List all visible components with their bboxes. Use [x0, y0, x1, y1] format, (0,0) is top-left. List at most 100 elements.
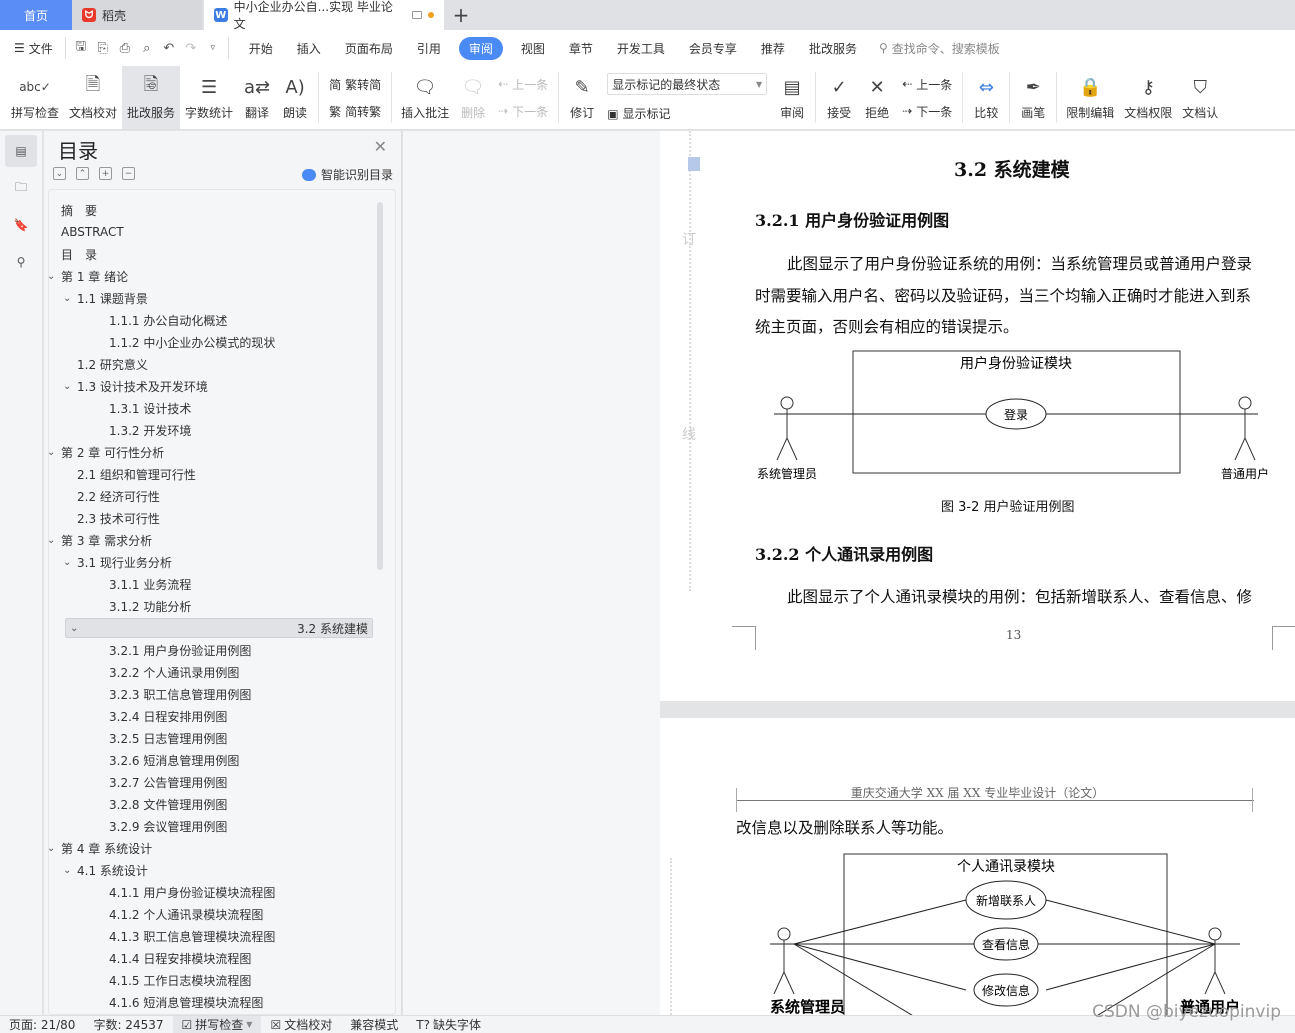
customize-dropdown-icon[interactable]: ▿ [206, 41, 220, 55]
toc-item[interactable]: 2.3 技术可行性 [77, 508, 160, 528]
toc-item[interactable]: 目 录 [61, 244, 97, 264]
doc-permission-button[interactable]: ⚷ 文档权限 [1119, 66, 1177, 129]
menu-tab-layout[interactable]: 页面布局 [333, 40, 405, 57]
toc-nav-button[interactable]: ▤ [5, 135, 37, 167]
pen-button[interactable]: ✒ 画笔 [1014, 66, 1052, 129]
compare-button[interactable]: ⇔ 比较 [967, 66, 1005, 129]
toc-item[interactable]: 2.1 组织和管理可行性 [77, 464, 196, 484]
prev-change-button[interactable]: ⇠ 上一条 [902, 76, 952, 93]
command-search[interactable]: ⚲ 查找命令、搜索模板 [879, 40, 1000, 57]
chevron-down-icon[interactable]: ⌄ [49, 271, 61, 282]
show-markup-button[interactable]: ▣ 显示标记 [607, 105, 767, 122]
toc-item[interactable]: 3.2.6 短消息管理用例图 [109, 750, 239, 770]
toc-item[interactable]: ABSTRACT [61, 222, 124, 242]
menu-tab-insert[interactable]: 插入 [285, 40, 333, 57]
toc-item[interactable]: 3.2.8 文件管理用例图 [109, 794, 227, 814]
toc-item-selected[interactable]: ⌄ 3.2 系统建模 [65, 618, 373, 638]
word-count-button[interactable]: ☰ 字数统计 [180, 66, 238, 129]
undo-icon[interactable]: ↶ [162, 41, 176, 56]
toc-item[interactable]: 3.1.2 功能分析 [109, 596, 191, 616]
toc-item[interactable]: 4.1.5 工作日志模块流程图 [109, 970, 251, 990]
doc-auth-button[interactable]: ⛉ 文档认 [1177, 66, 1223, 129]
menu-tab-section[interactable]: 章节 [557, 40, 605, 57]
toc-item[interactable]: 1.1.2 中小企业办公模式的现状 [109, 332, 275, 352]
accept-button[interactable]: ✓ 接受 [820, 66, 858, 129]
toc-item[interactable]: 4.1.6 短消息管理模块流程图 [109, 992, 263, 1012]
toc-item[interactable]: 1.2 研究意义 [77, 354, 148, 374]
toc-item[interactable]: 摘 要 [61, 200, 97, 220]
export-pdf-icon[interactable]: ⎘ [96, 41, 110, 56]
chevron-down-icon[interactable]: ⌄ [63, 557, 77, 568]
toc-item[interactable]: ⌄ 1.3 设计技术及开发环境 [63, 376, 208, 396]
menu-tab-review[interactable]: 审阅 [458, 36, 503, 60]
chevron-down-icon[interactable]: ⌄ [49, 447, 61, 458]
toc-item[interactable]: 4.1.2 个人通讯录模块流程图 [109, 904, 263, 924]
status-proofread[interactable]: ☒ 文档校对 [261, 1016, 341, 1033]
menu-tab-references[interactable]: 引用 [405, 40, 453, 57]
toc-item[interactable]: 3.2.9 会议管理用例图 [109, 816, 227, 836]
review-service-button[interactable]: 🗟 批改服务 [122, 66, 181, 129]
translate-button[interactable]: a⇄ 翻译 [238, 66, 276, 129]
menu-tab-member[interactable]: 会员专享 [677, 40, 749, 57]
toc-item[interactable]: ⌄第 2 章 可行性分析 [49, 442, 164, 462]
word-count[interactable]: 字数: 24537 [84, 1016, 172, 1033]
read-aloud-button[interactable]: A) 朗读 [276, 66, 314, 129]
toc-item[interactable]: 3.2.1 用户身份验证用例图 [109, 640, 251, 660]
prev-comment-button[interactable]: ⇠ 上一条 [498, 76, 548, 93]
toc-item[interactable]: ⌄第 4 章 系统设计 [49, 838, 152, 858]
file-menu[interactable]: ☰ 文件 [10, 40, 65, 57]
expand-next-icon[interactable]: ⌄ [53, 167, 66, 180]
toc-item[interactable]: 2.2 经济可行性 [77, 486, 160, 506]
paragraph-marker-icon[interactable] [688, 157, 700, 171]
toc-item[interactable]: 3.2.3 职工信息管理用例图 [109, 684, 251, 704]
toc-item[interactable]: ⌄第 3 章 需求分析 [49, 530, 152, 550]
print-preview-icon[interactable]: ⌕ [140, 41, 154, 56]
tab-daoke[interactable]: ᗢ 稻壳 [72, 0, 202, 30]
toc-item[interactable]: 1.3.2 开发环境 [109, 420, 191, 440]
menu-tab-start[interactable]: 开始 [237, 40, 285, 57]
insert-comment-button[interactable]: 🗨 插入批注 [396, 66, 454, 129]
restrict-editing-button[interactable]: 🔒 限制编辑 [1061, 66, 1119, 129]
menu-tab-correction[interactable]: 批改服务 [797, 40, 869, 57]
toc-item[interactable]: 3.2.4 日程安排用例图 [109, 706, 227, 726]
page-indicator[interactable]: 页面: 21/80 [0, 1016, 84, 1033]
collapse-all-icon[interactable]: − [122, 167, 135, 180]
toc-item[interactable]: ⌄第 1 章 绪论 [49, 266, 128, 286]
new-tab-button[interactable]: + [444, 0, 478, 30]
toc-item[interactable]: ⌄ 4.1 系统设计 [63, 860, 148, 880]
print-icon[interactable]: ⎙ [118, 41, 132, 56]
toc-scrollbar[interactable] [377, 202, 383, 570]
tab-document[interactable]: W 中小企业办公自...实现 毕业论文 [204, 0, 444, 31]
redo-icon[interactable]: ↷ [184, 41, 198, 56]
trad-to-simp-button[interactable]: 简繁转简 [329, 76, 381, 93]
chevron-down-icon[interactable]: ⌄ [70, 623, 84, 634]
toc-item[interactable]: 4.1.4 日程安排模块流程图 [109, 948, 251, 968]
track-changes-button[interactable]: ✎ 修订 [563, 66, 601, 129]
toc-item[interactable]: 4.1.3 职工信息管理模块流程图 [109, 926, 275, 946]
tab-home[interactable]: 首页 [0, 0, 72, 30]
reject-button[interactable]: ✕ 拒绝 [858, 66, 896, 129]
chevron-down-icon[interactable]: ⌄ [63, 381, 77, 392]
markup-state-select[interactable]: 显示标记的最终状态 ▼ [607, 73, 768, 95]
collapse-prev-icon[interactable]: ⌃ [76, 167, 89, 180]
simp-to-trad-button[interactable]: 繁简转繁 [329, 103, 381, 120]
menu-tab-developer[interactable]: 开发工具 [605, 40, 677, 57]
save-icon[interactable]: 🖫 [74, 39, 88, 55]
review-pane-button[interactable]: ▤ 审阅 [773, 66, 811, 129]
menu-tab-view[interactable]: 视图 [509, 40, 557, 57]
next-change-button[interactable]: ⇢ 下一条 [902, 103, 952, 120]
chevron-down-icon[interactable]: ⌄ [63, 865, 77, 876]
compat-mode[interactable]: 兼容模式 [341, 1016, 407, 1033]
find-nav-button[interactable]: ⚲ [5, 246, 37, 278]
status-spell-check[interactable]: ☑ 拼写检查 ▼ [172, 1016, 262, 1033]
toc-item[interactable]: 3.2.2 个人通讯录用例图 [109, 662, 239, 682]
delete-comment-button[interactable]: 🗨 删除 [454, 66, 492, 129]
monitor-icon[interactable] [412, 11, 423, 19]
toc-item[interactable]: ⌄ 1.1 课题背景 [63, 288, 148, 308]
close-icon[interactable]: ✕ [374, 137, 387, 156]
toc-item[interactable]: 3.2.5 日志管理用例图 [109, 728, 227, 748]
missing-font[interactable]: T? 缺失字体 [407, 1016, 490, 1033]
proofread-button[interactable]: 🗎 文档校对 [64, 66, 122, 129]
menu-tab-recommend[interactable]: 推荐 [749, 40, 797, 57]
toc-item[interactable]: 3.1.1 业务流程 [109, 574, 191, 594]
